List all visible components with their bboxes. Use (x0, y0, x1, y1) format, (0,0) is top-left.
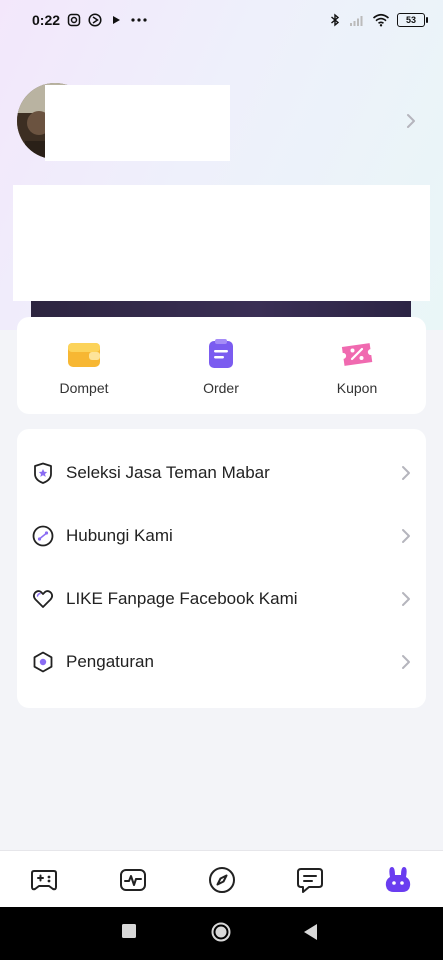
media-icon (88, 13, 102, 27)
banner-strip (31, 301, 411, 317)
pulse-icon[interactable] (118, 865, 148, 895)
menu-label-seleksi-jasa: Seleksi Jasa Teman Mabar (66, 462, 270, 482)
wallet-icon (68, 343, 100, 367)
clipboard-icon (209, 339, 233, 368)
menu-label-hubungi-kami: Hubungi Kami (66, 525, 173, 545)
chevron-right-icon[interactable] (404, 112, 418, 130)
status-time: 0:22 (32, 12, 61, 28)
back-icon[interactable] (304, 924, 318, 940)
menu-item-hubungi-kami[interactable]: Hubungi Kami (17, 504, 426, 567)
more-icon (131, 18, 147, 22)
gamepad-icon[interactable] (29, 865, 59, 895)
play-icon (113, 16, 121, 24)
battery-level: 53 (405, 15, 416, 25)
wallet-button[interactable]: Dompet (34, 339, 134, 396)
order-button[interactable]: Order (171, 339, 271, 396)
menu-card: Seleksi Jasa Teman Mabar Hubungi Kami LI… (17, 429, 426, 708)
coupon-button[interactable]: Kupon (307, 339, 407, 396)
menu-item-pengaturan[interactable]: Pengaturan (17, 630, 426, 693)
chevron-right-icon (402, 465, 410, 480)
bunny-icon[interactable] (383, 865, 413, 895)
coupon-icon (341, 343, 373, 366)
wifi-icon (372, 13, 390, 27)
recents-icon[interactable] (122, 924, 136, 938)
banner-redacted[interactable] (13, 185, 430, 301)
battery-icon: 53 (397, 13, 428, 27)
badge-star-icon (34, 462, 52, 484)
signal-icon (350, 16, 363, 26)
menu-item-seleksi-jasa[interactable]: Seleksi Jasa Teman Mabar (17, 441, 426, 504)
home-icon[interactable] (211, 922, 231, 942)
wallet-label: Dompet (59, 380, 109, 396)
menu-label-like-fanpage: LIKE Fanpage Facebook Kami (66, 588, 298, 608)
compass-icon[interactable] (207, 865, 237, 895)
profile-name-redacted[interactable] (45, 85, 230, 161)
coupon-label: Kupon (336, 380, 378, 396)
chat-icon[interactable] (295, 865, 325, 895)
quick-actions-card: Dompet Order Kupon (17, 317, 426, 414)
chevron-right-icon (402, 654, 410, 669)
chevron-right-icon (402, 591, 410, 606)
bottom-nav (0, 850, 443, 907)
status-bar: 0:22 53 (0, 0, 443, 40)
menu-item-like-fanpage[interactable]: LIKE Fanpage Facebook Kami (17, 567, 426, 630)
instagram-icon (67, 13, 81, 27)
chevron-right-icon (402, 528, 410, 543)
bluetooth-icon (331, 13, 340, 27)
menu-label-pengaturan: Pengaturan (66, 651, 154, 671)
support-icon (32, 525, 54, 546)
system-nav-bar (0, 907, 443, 960)
order-label: Order (203, 380, 239, 396)
heart-icon (32, 589, 54, 608)
settings-hex-icon (33, 651, 53, 672)
